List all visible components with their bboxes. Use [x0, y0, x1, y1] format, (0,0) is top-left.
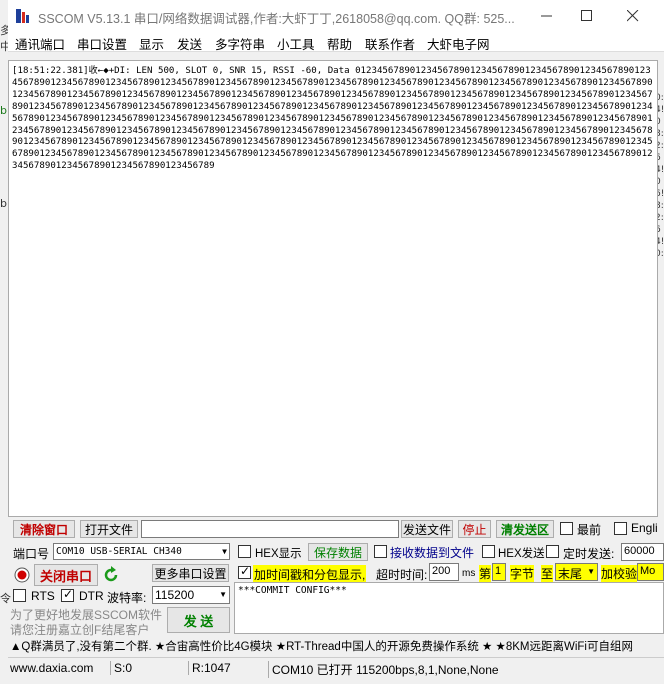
send-file-button[interactable]: 发送文件 [401, 520, 453, 538]
baud-select-value: 115200 [155, 588, 195, 602]
maximize-icon [581, 10, 592, 21]
promo-line-2[interactable]: 请您注册嘉立创F结尾客户 [10, 621, 149, 638]
close-port-button[interactable]: 关闭串口 [34, 564, 98, 586]
stop-button[interactable]: 停止 [458, 520, 491, 538]
maximize-button[interactable] [564, 0, 610, 32]
hex-send-label: HEX发送 [498, 548, 545, 560]
hex-display-checkbox[interactable] [238, 545, 251, 558]
english-label: Engli [631, 521, 658, 535]
status-site[interactable]: www.daxia.com [10, 661, 93, 675]
nth-label: 第 [479, 565, 492, 582]
menu-item-daxia[interactable]: 大虾电子网 [427, 34, 490, 53]
save-data-button[interactable]: 保存数据 [308, 543, 368, 561]
minimize-icon [541, 15, 552, 17]
menu-item-send[interactable]: 发送 [177, 34, 202, 53]
end-select-value: 末尾 [558, 567, 583, 581]
timed-send-label: 定时发送: [563, 547, 615, 561]
baud-select[interactable]: 115200 ▼ [152, 586, 230, 604]
rts-checkbox[interactable] [13, 589, 26, 602]
chevron-down-icon: ▼ [219, 590, 227, 599]
dtr-checkbox[interactable] [61, 587, 74, 602]
port-label: 端口号 [13, 547, 50, 561]
status-bar: www.daxia.com S:0 R:1047 COM10 已打开 11520… [8, 657, 664, 678]
port-status-icon [14, 567, 30, 583]
timeout-label: 超时时间: [376, 568, 428, 582]
menu-item-help[interactable]: 帮助 [327, 34, 352, 53]
window-title: SSCOM V5.13.1 串口/网络数据调试器,作者:大虾丁丁,2618058… [38, 12, 515, 26]
checksum-select[interactable]: Mo [637, 563, 664, 581]
menu-item-display[interactable]: 显示 [139, 34, 164, 53]
nth-byte-input[interactable]: 1 [492, 563, 506, 581]
close-icon [627, 10, 639, 22]
timeout-unit: ms [462, 568, 476, 579]
dtr-label: DTR [79, 589, 104, 603]
timed-send-interval-input[interactable]: 60000 [621, 543, 664, 561]
timeout-input[interactable]: 200 [429, 563, 459, 581]
news-ticker[interactable]: ▲Q群满员了,没有第二个群. ★合宙高性价比4G模块 ★RT-Thread中国人… [10, 638, 664, 654]
chevron-down-icon: ▼ [587, 567, 595, 576]
baud-label: 波特率: [107, 591, 147, 605]
topmost-label: 最前 [577, 523, 602, 537]
english-checkbox[interactable] [614, 522, 627, 535]
end-select[interactable]: 末尾 ▼ [555, 563, 598, 581]
send-textarea[interactable]: ***COMMIT CONFIG*** [234, 582, 664, 634]
file-path-input[interactable] [141, 520, 399, 538]
recv-to-file-label[interactable]: 接收数据到文件 [390, 544, 474, 561]
close-button[interactable] [610, 0, 656, 32]
status-sent-count: S:0 [110, 661, 132, 675]
app-icon [16, 9, 29, 23]
port-select[interactable]: COM10 USB-SERIAL CH340 ▼ [53, 543, 230, 560]
timestamp-checkbox[interactable] [238, 564, 251, 579]
menu-item-serial-settings[interactable]: 串口设置 [77, 34, 127, 53]
menu-bar: 通讯端口 串口设置 显示 发送 多字符串 小工具 帮助 联系作者 大虾电子网 [8, 32, 664, 52]
rts-label: RTS [31, 589, 55, 603]
send-button[interactable]: 发 送 [167, 607, 230, 633]
hex-display-label: HEX显示 [255, 548, 302, 560]
clear-window-button[interactable]: 清除窗口 [13, 520, 75, 538]
menu-item-port[interactable]: 通讯端口 [15, 34, 65, 53]
menu-item-tools[interactable]: 小工具 [277, 34, 315, 53]
refresh-icon[interactable] [103, 566, 119, 584]
menu-item-contact[interactable]: 联系作者 [365, 34, 415, 53]
recv-to-file-checkbox[interactable] [374, 545, 387, 558]
open-file-button[interactable]: 打开文件 [80, 520, 138, 538]
timed-send-checkbox[interactable] [546, 545, 559, 558]
port-select-value: COM10 USB-SERIAL CH340 [56, 546, 182, 557]
hex-send-checkbox[interactable] [482, 545, 495, 558]
receive-textarea[interactable]: [18:51:22.381]收←◆+DI: LEN 500, SLOT 0, S… [8, 60, 658, 517]
clear-send-button[interactable]: 清发送区 [496, 520, 554, 538]
sscom-window: 多中bb令 0:4!08:2:64!06!8:2:64!0: SSCOM V5.… [0, 0, 664, 684]
to-label: 至 [541, 565, 554, 582]
checksum-label: 加校验 [601, 565, 638, 582]
more-settings-button[interactable]: 更多串口设置 [152, 564, 229, 582]
menu-item-multi-string[interactable]: 多字符串 [215, 34, 265, 53]
topmost-checkbox[interactable] [560, 522, 573, 535]
status-recv-count: R:1047 [188, 661, 231, 675]
status-port-state: COM10 已打开 115200bps,8,1,None,None [268, 661, 499, 678]
chevron-down-icon: ▼ [222, 547, 227, 556]
title-bar: SSCOM V5.13.1 串口/网络数据调试器,作者:大虾丁丁,2618058… [8, 0, 664, 32]
byte-label: 字节 [510, 565, 535, 582]
